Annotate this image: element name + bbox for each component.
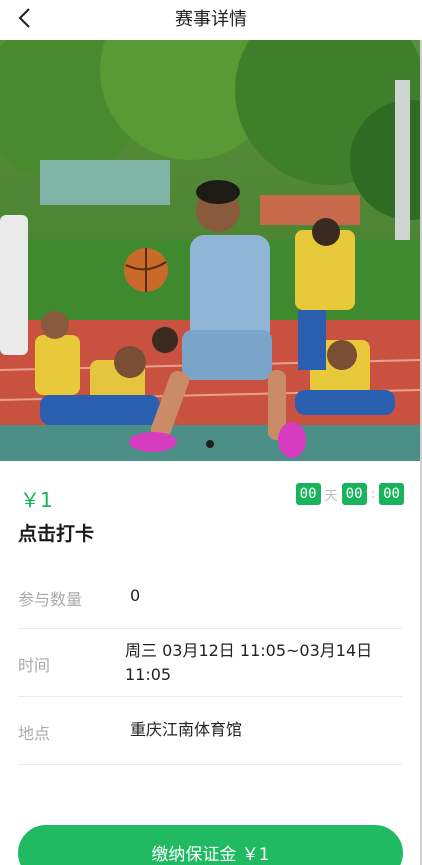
participants-value: 0 [130,586,141,605]
nav-bar: 赛事详情 [0,0,422,40]
event-banner-image[interactable] [0,40,420,461]
carousel-indicator[interactable] [206,440,214,448]
time-row: 时间 周三 03月12日 11:05~03月14日 11:05 [18,629,402,697]
page-title: 赛事详情 [175,9,247,30]
countdown-separator: : [370,486,375,502]
countdown-minutes: 00 [379,483,404,505]
countdown-days: 00 [295,483,321,505]
location-label: 地点 [18,724,51,743]
pay-deposit-button[interactable]: 缴纳保证金 ￥1 [18,825,403,865]
participants-label: 参与数量 [18,590,83,609]
time-value: 周三 03月12日 11:05~03月14日 11:05 [125,641,373,684]
participants-row: 参与数量 0 [18,567,402,629]
time-label: 时间 [18,656,51,675]
location-value: 重庆江南体育馆 [130,720,243,739]
location-row[interactable]: 地点 重庆江南体育馆 [18,697,402,765]
countdown-hours: 00 [341,483,367,505]
event-price: ￥1 [20,488,53,512]
banner-photo [0,40,420,461]
countdown-timer: 00 天 00 : 00 [295,483,404,505]
event-title: 点击打卡 [18,523,95,545]
countdown-day-unit: 天 [324,488,338,504]
